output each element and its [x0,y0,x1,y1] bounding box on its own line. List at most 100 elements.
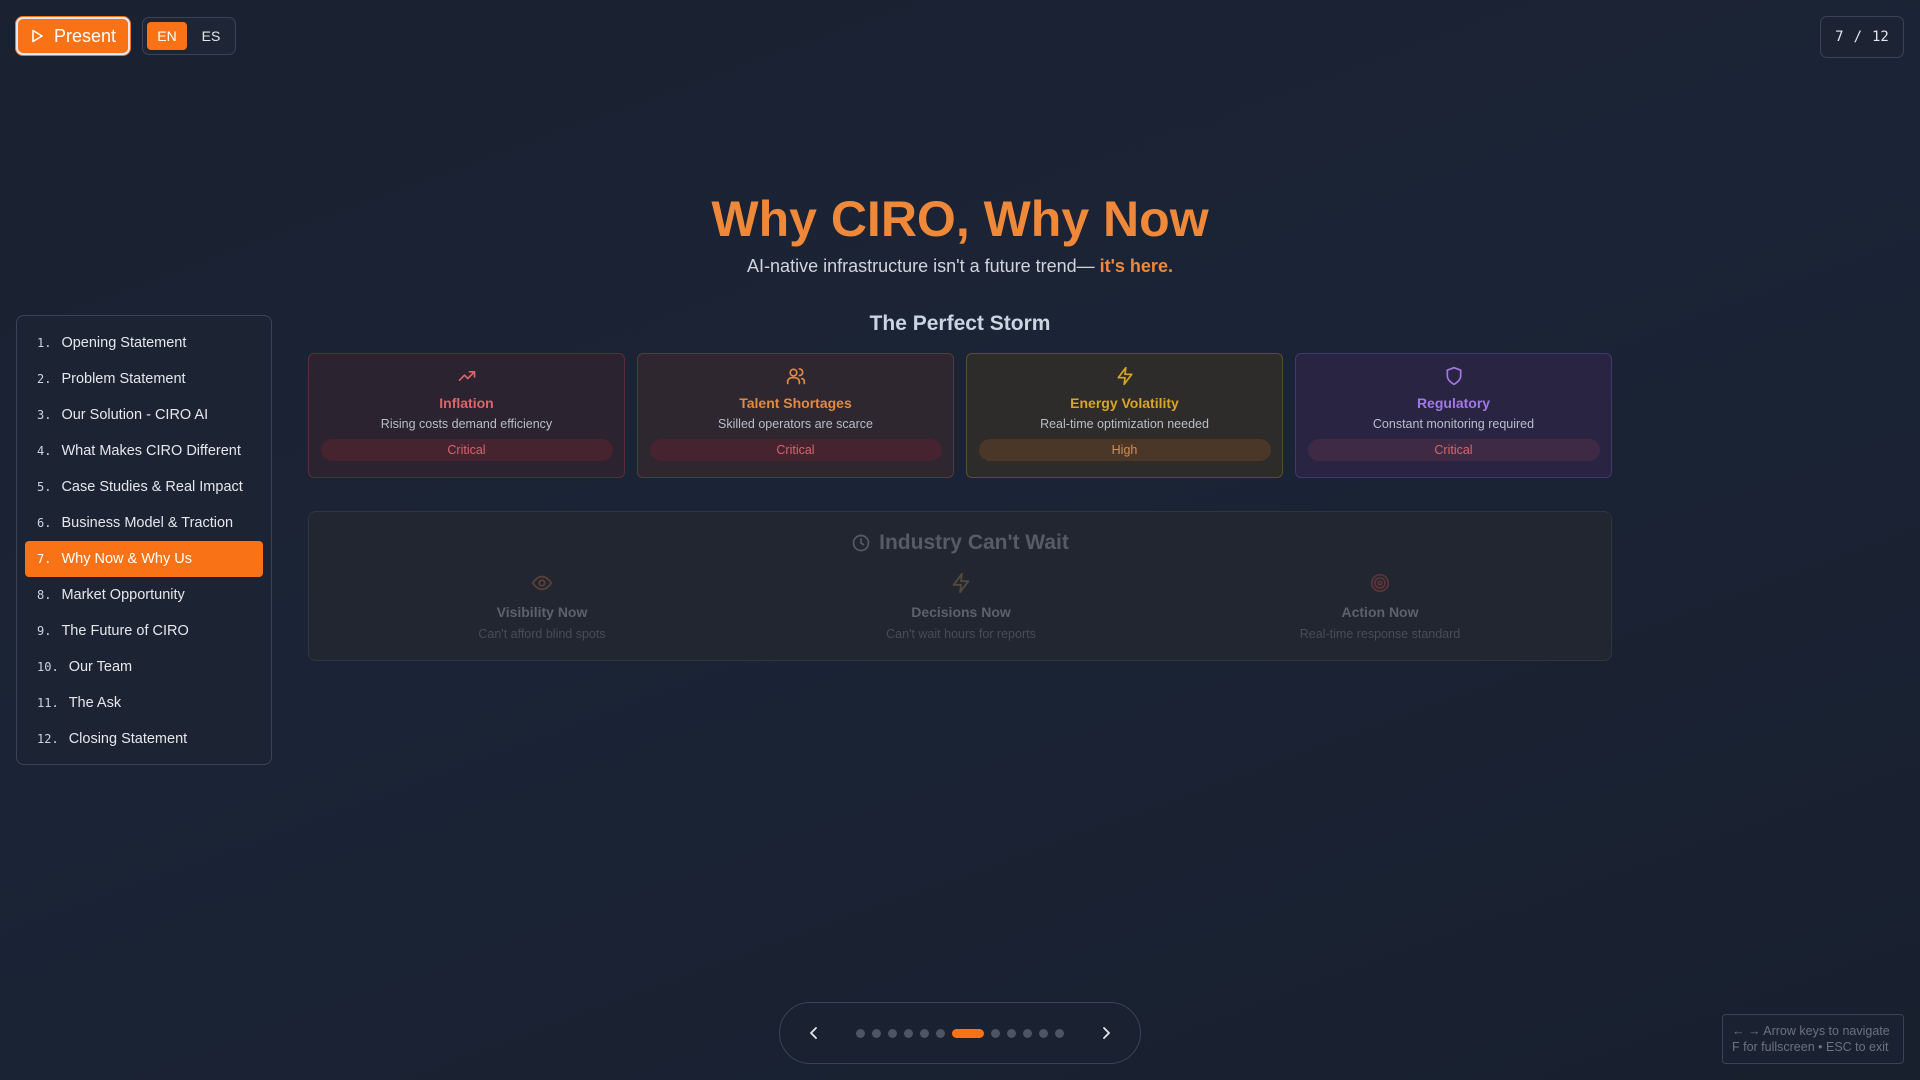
sidebar-item-number: 3. [37,408,52,422]
present-label: Present [53,25,117,46]
wait-item-title: Decisions Now [911,604,1011,620]
sidebar-item-label: Problem Statement [61,371,186,387]
pager-dot[interactable] [1023,1028,1032,1038]
counter-current: 7 [1835,29,1844,45]
sidebar-item-label: Market Opportunity [61,587,185,603]
pager-dot[interactable] [1039,1028,1048,1038]
pager-dot[interactable] [856,1028,865,1038]
counter-separator: / [1853,29,1862,45]
pager-dot[interactable] [936,1028,945,1038]
slide-list-sidebar: 1. Opening Statement 2. Problem Statement … [16,315,272,765]
sidebar-item-business-model[interactable]: 6. Business Model & Traction [25,505,263,541]
pager-dot[interactable] [904,1028,913,1038]
card-title: Energy Volatility [1070,395,1179,411]
pager-dot-active[interactable] [952,1028,984,1038]
sidebar-item-case-studies[interactable]: 5. Case Studies & Real Impact [25,469,263,505]
shield-icon [1446,366,1461,386]
wait-item-action: Action Now Real-time response standard [1230,572,1530,641]
clock-icon [852,534,870,552]
slide-pager [779,1002,1141,1064]
sidebar-item-the-ask[interactable]: 11. The Ask [25,685,263,721]
trending-up-icon [458,371,475,381]
wait-item-decisions: Decisions Now Can't wait hours for repor… [811,572,1111,641]
lightning-icon [952,572,970,594]
card-talent-shortages: Talent Shortages Skilled operators are s… [637,353,954,478]
previous-slide-button[interactable] [794,1013,834,1053]
sidebar-item-our-team[interactable]: 10. Our Team [25,649,263,685]
pager-dot[interactable] [872,1028,881,1038]
sidebar-item-label: Case Studies & Real Impact [61,479,243,495]
next-slide-button[interactable] [1086,1013,1126,1053]
sidebar-item-number: 9. [37,624,52,638]
pager-dot[interactable] [1007,1028,1016,1038]
counter-total: 12 [1872,29,1889,45]
card-title: Talent Shortages [739,395,852,411]
present-button[interactable]: Present [16,17,130,55]
sidebar-item-number: 8. [37,588,52,602]
sidebar-item-our-solution[interactable]: 3. Our Solution - CIRO AI [25,397,263,433]
sidebar-item-number: 2. [37,372,52,386]
target-icon [1370,573,1390,593]
sidebar-item-number: 7. [37,552,52,566]
subtitle-highlight: it's here. [1094,256,1173,276]
sidebar-item-label: The Ask [68,695,122,711]
sidebar-item-what-makes-different[interactable]: 4. What Makes CIRO Different [25,433,263,469]
sidebar-item-label: The Future of CIRO [61,623,189,639]
sidebar-item-future-of-ciro[interactable]: 9. The Future of CIRO [25,613,263,649]
card-inflation: Inflation Rising costs demand efficiency… [308,353,625,478]
sidebar-item-label: Why Now & Why Us [61,551,192,567]
play-icon [32,29,43,43]
wait-item-description: Can't afford blind spots [478,627,606,641]
severity-badge: Critical [649,439,942,461]
card-title: Regulatory [1416,395,1491,411]
lang-en-button[interactable]: EN [147,22,187,50]
chevron-right-icon [1103,1027,1110,1039]
users-icon [786,368,805,385]
severity-badge: Critical [1307,439,1600,461]
pager-dots [856,1028,1064,1038]
sidebar-item-label: Business Model & Traction [61,515,234,531]
slide-subtitle: AI-native infrastructure isn't a future … [0,256,1920,277]
card-energy-volatility: Energy Volatility Real-time optimization… [966,353,1283,478]
keyboard-hint: ← → Arrow keys to navigate F for fullscr… [1722,1014,1904,1064]
pager-dot[interactable] [991,1028,1000,1038]
pager-dot[interactable] [1055,1028,1064,1038]
sidebar-item-number: 4. [37,444,52,458]
wait-item-description: Real-time response standard [1299,627,1461,641]
lang-es-button[interactable]: ES [191,22,231,50]
card-description: Real-time optimization needed [1040,417,1209,431]
card-regulatory: Regulatory Constant monitoring required … [1295,353,1612,478]
sidebar-item-label: Our Solution - CIRO AI [61,407,209,423]
hint-line-navigate: ← → Arrow keys to navigate [1732,1024,1890,1038]
sidebar-item-number: 6. [37,516,52,530]
card-description: Rising costs demand efficiency [380,417,553,431]
slide-counter: 7 / 12 [1820,16,1904,58]
storm-heading: The Perfect Storm [869,312,1051,335]
sidebar-item-number: 12. [37,732,59,746]
sidebar-item-number: 5. [37,480,52,494]
wait-heading-text: Industry Can't Wait [879,531,1069,554]
sidebar-item-label: What Makes CIRO Different [61,443,241,459]
pager-dot[interactable] [920,1028,929,1038]
subtitle-text: AI-native infrastructure isn't a future … [747,256,1095,276]
chevron-left-icon [810,1027,817,1039]
wait-item-visibility: Visibility Now Can't afford blind spots [392,572,692,641]
sidebar-item-market-opportunity[interactable]: 8. Market Opportunity [25,577,263,613]
card-description: Constant monitoring required [1372,417,1535,431]
slide-title: Why CIRO, Why Now [711,191,1209,247]
sidebar-item-problem-statement[interactable]: 2. Problem Statement [25,361,263,397]
card-title: Inflation [439,395,494,411]
wait-heading: Industry Can't Wait [309,531,1611,555]
card-description: Skilled operators are scarce [718,417,873,431]
industry-cant-wait-panel: Industry Can't Wait Visibility Now Can't… [308,511,1612,661]
storm-cards: Inflation Rising costs demand efficiency… [308,353,1612,478]
eye-icon [531,575,553,591]
sidebar-item-label: Opening Statement [61,335,187,351]
sidebar-item-number: 1. [37,336,52,350]
sidebar-item-number: 11. [37,696,59,710]
pager-dot[interactable] [888,1028,897,1038]
language-toggle: EN ES [142,17,236,55]
sidebar-item-closing-statement[interactable]: 12. Closing Statement [25,721,263,757]
wait-item-title: Visibility Now [496,604,588,620]
sidebar-item-why-now[interactable]: 7. Why Now & Why Us [25,541,263,577]
